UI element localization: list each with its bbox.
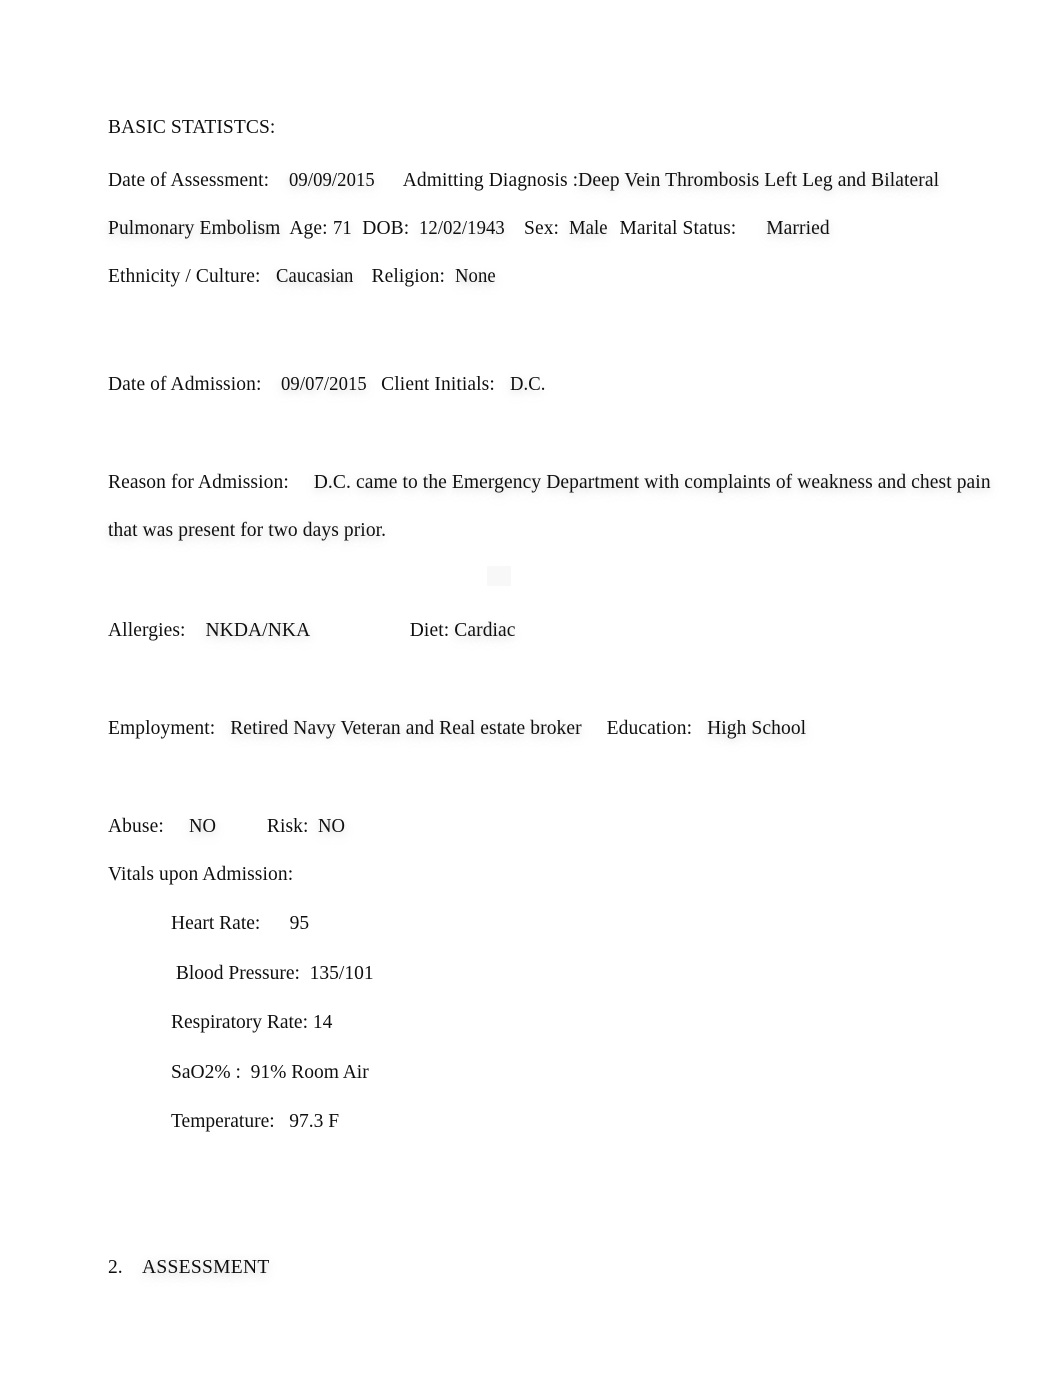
document-page: BASIC STATISTCS: Date of Assessment: 09/…	[0, 0, 1062, 1377]
vitals-label: SaO2% :	[171, 1061, 241, 1083]
risk-label: Risk:	[266, 816, 309, 837]
vitals-value: 97.3 F	[289, 1111, 340, 1132]
allergies-label: Allergies:	[108, 620, 186, 641]
vitals-item-heart-rate: Heart Rate: 95	[108, 899, 1018, 949]
assessment-section-heading: 2. ASSESSMENT	[108, 1251, 1018, 1285]
vitals-value: 14	[312, 1012, 333, 1033]
risk-value: NO	[318, 816, 346, 837]
scan-artifact	[487, 566, 511, 586]
abuse-value: NO	[188, 816, 216, 837]
admission-block: Date of Admission: 09/07/2015 Client Ini…	[108, 361, 1018, 409]
sex-value: Male	[569, 218, 608, 239]
date-of-admission-line: Date of Admission: 09/07/2015 Client Ini…	[108, 361, 1018, 409]
assessment-section-block: 2. ASSESSMENT	[108, 1251, 1018, 1285]
vitals-label: Temperature:	[171, 1111, 275, 1132]
employment-education-line: Employment: Retired Navy Veteran and Rea…	[108, 705, 1018, 753]
page-title: BASIC STATISTCS:	[108, 117, 276, 138]
vitals-heading-block: Vitals upon Admission:	[108, 851, 1018, 899]
vitals-list: Heart Rate: 95 Blood Pressure: 135/101 R…	[108, 899, 1018, 1147]
abuse-risk-line: Abuse: NO Risk: NO	[108, 803, 1018, 851]
religion-label: Religion:	[371, 266, 445, 287]
vitals-value: 95	[289, 913, 310, 934]
vitals-item-blood-pressure: Blood Pressure: 135/101	[108, 949, 1018, 999]
ethnicity-religion-line: Ethnicity / Culture: Caucasian Religion:…	[108, 253, 1018, 301]
section-number: 2.	[108, 1257, 123, 1278]
vitals-heading: Vitals upon Admission:	[108, 864, 294, 885]
client-initials-value: D.C.	[509, 374, 546, 395]
admitting-diagnosis-label: Admitting Diagnosis	[402, 170, 568, 191]
abuse-risk-block: Abuse: NO Risk: NO	[108, 803, 1018, 851]
vitals-value: 91% Room Air	[250, 1061, 369, 1083]
religion-value: None	[454, 266, 496, 287]
vitals-item-temperature: Temperature: 97.3 F	[108, 1097, 1018, 1147]
allergies-diet-line: Allergies: NKDA/NKA Diet: Cardiac	[108, 607, 1018, 655]
vitals-value: 135/101	[309, 962, 374, 984]
ethnicity-label: Ethnicity / Culture:	[108, 266, 261, 287]
diet-value: Cardiac	[454, 620, 516, 641]
date-of-assessment-label: Date of Assessment:	[108, 170, 270, 191]
vitals-label: Blood Pressure:	[171, 962, 300, 984]
employment-value: Retired Navy Veteran and Real estate bro…	[230, 718, 582, 739]
allergies-block: Allergies: NKDA/NKA Diet: Cardiac	[108, 607, 1018, 655]
education-value: High School	[707, 718, 807, 739]
vitals-gap	[300, 963, 310, 984]
employment-block: Employment: Retired Navy Veteran and Rea…	[108, 705, 1018, 753]
vitals-gap	[241, 1062, 251, 1083]
vitals-label: Heart Rate:	[171, 913, 261, 934]
dob-value: 12/02/1943	[419, 218, 506, 239]
assessment-diagnosis-line: Date of Assessment: 09/09/2015 Admitting…	[108, 157, 1013, 253]
reason-for-admission-block: Reason for Admission: D.C. came to the E…	[108, 459, 1018, 555]
ethnicity-value: Caucasian	[275, 266, 353, 287]
reason-for-admission-label: Reason for Admission:	[108, 472, 289, 493]
diet-label: Diet:	[409, 620, 450, 641]
vitals-label: Respiratory Rate:	[171, 1012, 309, 1033]
employment-label: Employment:	[108, 718, 216, 739]
date-of-assessment-value: 09/09/2015	[289, 170, 375, 191]
marital-status-value: Married	[766, 218, 830, 239]
vitals-item-respiratory-rate: Respiratory Rate: 14	[108, 998, 1018, 1048]
reason-for-admission-line: Reason for Admission: D.C. came to the E…	[108, 459, 1013, 555]
vitals-gap	[260, 913, 289, 934]
age-label: Age:	[289, 218, 328, 239]
allergies-value: NKDA/NKA	[205, 620, 311, 641]
education-label: Education:	[606, 718, 693, 739]
basic-statistics-heading-block: BASIC STATISTCS:	[108, 104, 1018, 152]
abuse-label: Abuse:	[108, 816, 164, 837]
vitals-item-sao2: SaO2% : 91% Room Air	[108, 1048, 1018, 1098]
dob-label: DOB:	[362, 218, 410, 239]
sex-label: Sex:	[524, 218, 560, 239]
date-of-admission-value: 09/07/2015	[281, 374, 368, 395]
section-label: ASSESSMENT	[142, 1257, 270, 1278]
vitals-gap	[275, 1111, 290, 1132]
date-of-admission-label: Date of Admission:	[108, 374, 262, 395]
age-value: 71	[332, 218, 352, 239]
basic-statistics-block: Date of Assessment: 09/09/2015 Admitting…	[108, 157, 1018, 301]
marital-status-label: Marital Status:	[619, 218, 737, 239]
client-initials-label: Client Initials:	[381, 374, 495, 395]
